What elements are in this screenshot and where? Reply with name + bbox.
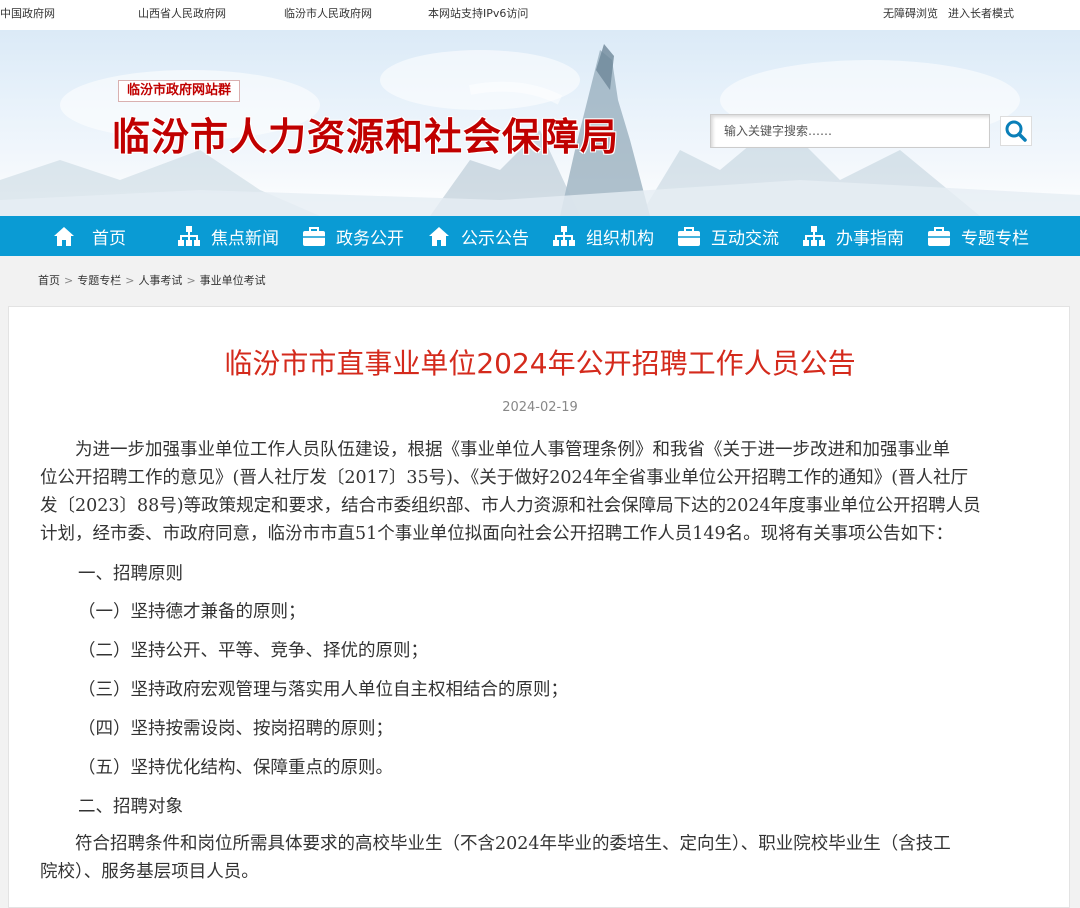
site-group-label[interactable]: 临汾市政府网站群: [118, 80, 241, 102]
nav-special[interactable]: 专题专栏: [927, 216, 1029, 256]
nav-label: 办事指南: [836, 228, 904, 249]
elder-mode-link[interactable]: 进入长者模式: [948, 5, 1014, 21]
top-bar: 中国政府网 山西省人民政府网 临汾市人民政府网 本网站支持IPv6访问 无障碍浏…: [0, 0, 1080, 30]
link-shanxi-gov[interactable]: 山西省人民政府网: [138, 5, 226, 21]
nav-label: 专题专栏: [961, 228, 1029, 249]
nav-label: 公示公告: [461, 228, 529, 249]
org-chart-icon: [553, 226, 575, 246]
search-button[interactable]: [1000, 116, 1032, 146]
intro-line: 计划，经市委、市政府同意，临汾市市直51个事业单位拟面向社会公开招聘工作人员14…: [40, 524, 954, 544]
briefcase-icon: [678, 227, 700, 246]
home-icon: [54, 227, 74, 246]
principle-item: （五）坚持优化结构、保障重点的原则。: [78, 758, 393, 778]
nav-label: 政务公开: [336, 228, 404, 249]
principle-item: （四）坚持按需设岗、按岗招聘的原则；: [78, 719, 393, 739]
home-icon: [429, 227, 449, 246]
nav-organization[interactable]: 组织机构: [552, 216, 654, 256]
briefcase-icon: [928, 227, 950, 246]
principle-item: （一）坚持德才兼备的原则；: [78, 602, 306, 622]
target-line: 符合招聘条件和岗位所需具体要求的高校毕业生（不含2024年毕业的委培生、定向生）…: [75, 834, 951, 854]
breadcrumb-exam[interactable]: 人事考试: [138, 274, 182, 287]
intro-line: 为进一步加强事业单位工作人员队伍建设，根据《事业单位人事管理条例》和我省《关于进…: [75, 440, 950, 460]
site-title: 临汾市人力资源和社会保障局: [112, 114, 620, 159]
intro-line: 位公开招聘工作的意见》(晋人社厅发〔2017〕35号)、《关于做好2024年全省…: [40, 468, 969, 488]
intro-line: 发〔2023〕88号)等政策规定和要求，结合市委组织部、市人力资源和社会保障局下…: [40, 496, 981, 516]
link-gov-cn[interactable]: 中国政府网: [0, 5, 55, 21]
target-paragraph: 符合招聘条件和岗位所需具体要求的高校毕业生（不含2024年毕业的委培生、定向生）…: [40, 830, 1040, 886]
nav-guide[interactable]: 办事指南: [802, 216, 904, 256]
nav-label: 互动交流: [711, 228, 779, 249]
principle-item: （二）坚持公开、平等、竞争、择优的原则；: [78, 641, 428, 661]
breadcrumb-home[interactable]: 首页: [38, 274, 60, 287]
section-heading: 二、招聘对象: [78, 797, 183, 817]
nav-home[interactable]: 首页: [52, 216, 126, 256]
principle-item: （三）坚持政府宏观管理与落实用人单位自主权相结合的原则；: [78, 680, 568, 700]
nav-label: 焦点新闻: [211, 228, 279, 249]
search-icon: [1005, 120, 1027, 142]
nav-gov-affairs[interactable]: 政务公开: [302, 216, 404, 256]
header-banner: 临汾市政府网站群 临汾市人力资源和社会保障局 输入关键字搜索……: [0, 30, 1080, 216]
article-intro: 为进一步加强事业单位工作人员队伍建设，根据《事业单位人事管理条例》和我省《关于进…: [40, 436, 1040, 548]
search-input[interactable]: 输入关键字搜索……: [710, 114, 990, 148]
breadcrumb-special[interactable]: 专题专栏: [77, 274, 121, 287]
org-chart-icon: [178, 226, 200, 246]
ipv6-notice: 本网站支持IPv6访问: [428, 7, 529, 20]
breadcrumb-separator: >: [64, 274, 74, 287]
article-title: 临汾市市直事业单位2024年公开招聘工作人员公告: [224, 347, 856, 380]
article-date: 2024-02-19: [502, 400, 578, 415]
target-line: 院校）、服务基层项目人员。: [40, 862, 259, 882]
breadcrumb-separator: >: [186, 274, 196, 287]
nav-notices[interactable]: 公示公告: [427, 216, 529, 256]
accessibility-link[interactable]: 无障碍浏览: [883, 5, 938, 21]
breadcrumb-separator: >: [125, 274, 135, 287]
org-chart-icon: [803, 226, 825, 246]
briefcase-icon: [303, 227, 325, 246]
breadcrumb-institution-exam[interactable]: 事业单位考试: [200, 274, 266, 287]
main-nav: 首页 焦点新闻 政务公开 公示公告 组织机构 互动交流 办事指南 专题专栏: [0, 216, 1080, 256]
nav-interaction[interactable]: 互动交流: [677, 216, 779, 256]
nav-label: 组织机构: [586, 228, 654, 249]
nav-news[interactable]: 焦点新闻: [177, 216, 279, 256]
link-linfen-gov[interactable]: 临汾市人民政府网: [284, 5, 372, 21]
breadcrumb: 首页 > 专题专栏 > 人事考试 > 事业单位考试: [38, 272, 266, 288]
nav-label: 首页: [92, 228, 126, 249]
section-heading: 一、招聘原则: [78, 564, 183, 584]
